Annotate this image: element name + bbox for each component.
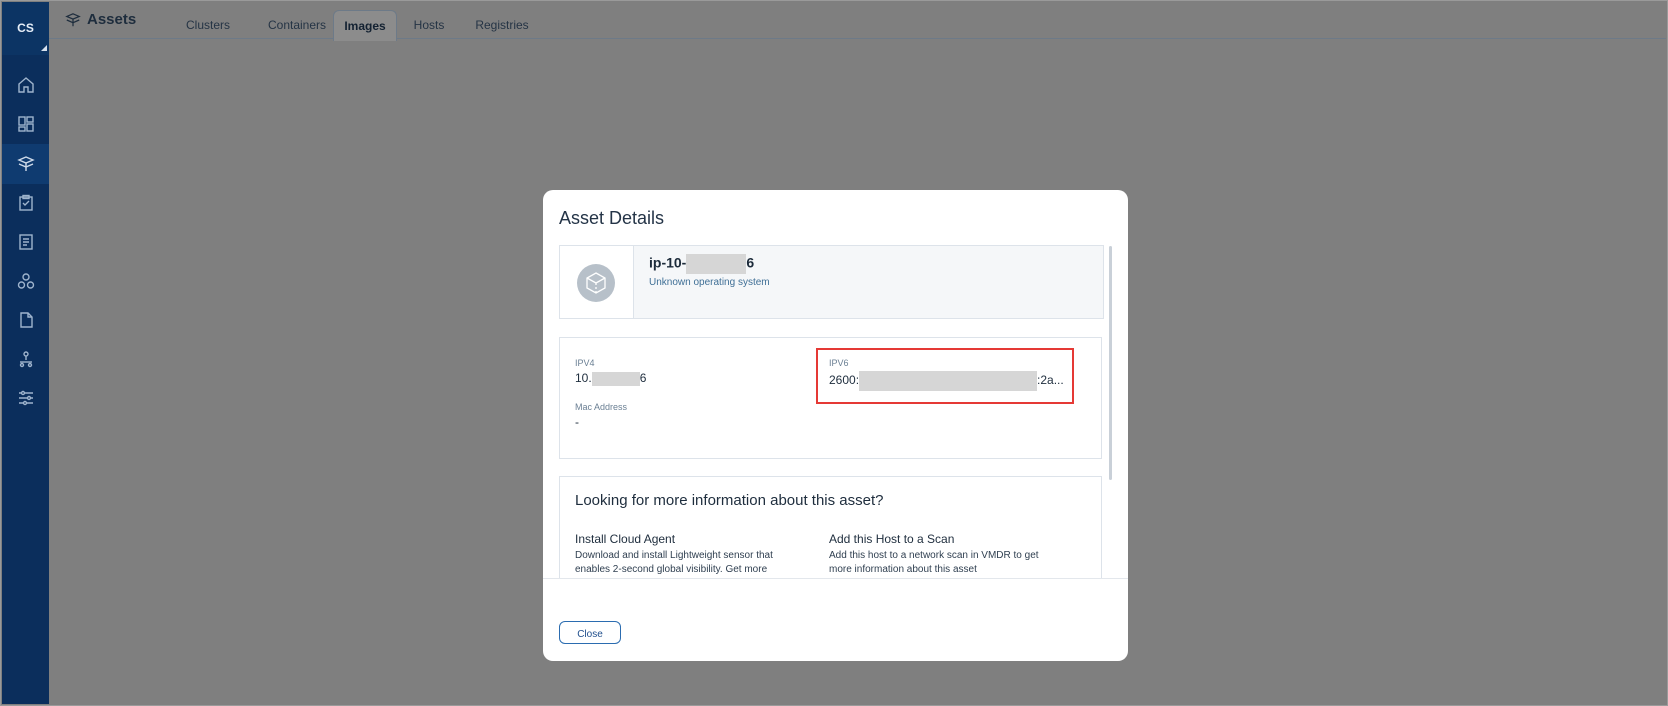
modal-scrollbar[interactable] <box>1109 246 1112 480</box>
install-cloud-agent-link[interactable]: Install Cloud Agent <box>575 532 675 546</box>
host-os: Unknown operating system <box>649 277 770 288</box>
close-button[interactable]: Close <box>559 621 621 644</box>
sidebar-item-reports[interactable] <box>2 222 49 262</box>
network-card: IPV4 10. 6 IPV6 2600::2a... Mac Address - <box>559 337 1102 459</box>
mac-value: - <box>575 415 579 429</box>
tab-containers[interactable]: Containers <box>257 10 337 40</box>
ipv6-value: 2600: :2a... <box>829 371 1064 391</box>
host-summary-card: ip-10- 6 Unknown operating system <box>559 245 1104 319</box>
sidebar-item-home[interactable] <box>2 65 49 105</box>
home-icon <box>17 77 34 93</box>
host-name: ip-10- 6 <box>649 254 754 274</box>
page-title-text: Assets <box>87 11 137 28</box>
app-logo-text: CS <box>17 21 34 35</box>
app-logo[interactable]: CS <box>2 2 49 55</box>
asset-details-modal: Asset Details ip-10- 6 Unknown operating … <box>543 190 1128 661</box>
tab-hosts[interactable]: Hosts <box>405 10 453 40</box>
modal-title: Asset Details <box>559 208 665 228</box>
modal-scroll-area[interactable]: ip-10- 6 Unknown operating system IPV4 10… <box>543 245 1128 578</box>
ipv4-value: 10. 6 <box>575 371 646 386</box>
assets-title-icon <box>65 12 81 26</box>
top-bar: Assets Clusters Containers Images Hosts … <box>49 2 1666 41</box>
ipv4-label: IPV4 <box>575 358 595 368</box>
host-name-suffix: 6 <box>746 254 755 271</box>
document-icon <box>19 312 33 328</box>
ipv6-suffix: :2a... <box>1037 373 1064 388</box>
add-host-to-scan-description: Add this host to a network scan in VMDR … <box>829 550 1039 575</box>
assets-icon <box>16 156 35 171</box>
ipv6-prefix: 2600: <box>829 373 860 388</box>
settings-sliders-icon <box>18 390 33 406</box>
install-cloud-agent-description: Download and install Lightweight sensor … <box>575 550 773 575</box>
sidebar-item-people[interactable] <box>2 261 49 301</box>
add-host-to-scan-link[interactable]: Add this Host to a Scan <box>829 532 954 546</box>
clipboard-icon <box>18 194 33 211</box>
more-info-card: Looking for more information about this … <box>559 476 1102 578</box>
more-info-title: Looking for more information about this … <box>575 492 884 509</box>
sidebar: CS <box>2 2 49 704</box>
tab-clusters[interactable]: Clusters <box>176 10 240 40</box>
ipv4-suffix: 6 <box>639 371 647 385</box>
sidebar-item-dashboard[interactable] <box>2 104 49 144</box>
mac-label: Mac Address <box>575 402 628 412</box>
sidebar-item-settings[interactable] <box>2 378 49 418</box>
connector-icon <box>19 351 32 368</box>
cube-icon <box>577 264 615 302</box>
ipv4-prefix: 10. <box>575 371 592 385</box>
host-name-prefix: ip-10- <box>649 254 687 271</box>
expand-corner-icon <box>41 45 47 51</box>
page-title: Assets <box>65 11 136 28</box>
redacted-block <box>686 254 747 274</box>
redacted-block <box>591 371 640 386</box>
sidebar-item-documents[interactable] <box>2 300 49 340</box>
ipv6-label: IPV6 <box>829 358 849 368</box>
modal-footer-divider <box>543 578 1128 579</box>
tab-registries[interactable]: Registries <box>467 10 537 40</box>
sidebar-item-connectors[interactable] <box>2 339 49 379</box>
sidebar-item-clipboard[interactable] <box>2 183 49 223</box>
host-icon-cell <box>560 246 634 318</box>
dashboard-icon <box>17 116 34 132</box>
people-icon <box>17 273 34 289</box>
redacted-block <box>859 371 1038 391</box>
report-icon <box>18 234 33 250</box>
tab-images[interactable]: Images <box>333 10 397 41</box>
sidebar-item-assets[interactable] <box>2 144 49 184</box>
